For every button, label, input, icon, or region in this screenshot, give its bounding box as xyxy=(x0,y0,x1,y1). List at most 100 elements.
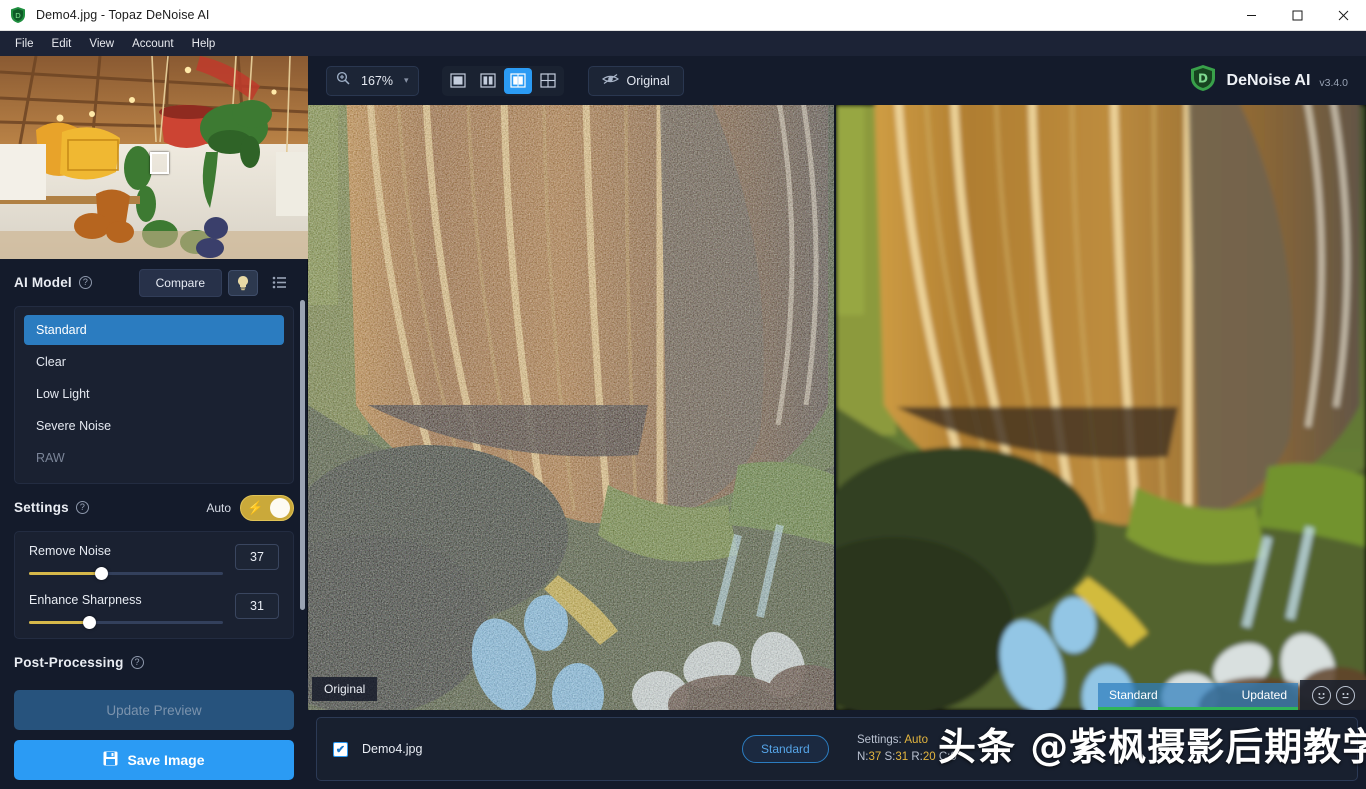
param-n-key: N: xyxy=(857,751,869,763)
menu-item-file[interactable]: File xyxy=(6,34,43,54)
view-mode-side-by-side[interactable] xyxy=(503,67,532,94)
chevron-down-icon[interactable]: ▾ xyxy=(404,75,409,86)
param-r-key: R: xyxy=(911,751,923,763)
navigator-thumbnail[interactable] xyxy=(0,56,308,259)
view-mode-split[interactable] xyxy=(474,68,502,94)
lightbulb-icon[interactable] xyxy=(228,269,258,296)
enhance-sharpness-track[interactable] xyxy=(29,616,223,629)
param-n-value: 37 xyxy=(868,751,882,763)
post-processing-title: Post-Processing xyxy=(14,655,124,670)
auto-toggle[interactable]: ⚡ xyxy=(240,494,294,521)
update-preview-button[interactable]: Update Preview xyxy=(14,690,294,730)
menu-item-help[interactable]: Help xyxy=(183,34,225,54)
filmstrip-file-name: Demo4.jpg xyxy=(362,742,423,756)
save-disk-icon xyxy=(103,751,118,769)
remove-noise-label: Remove Noise xyxy=(29,544,111,558)
enhance-sharpness-control: Enhance Sharpness xyxy=(29,593,235,629)
remove-noise-knob[interactable] xyxy=(94,567,108,580)
enhance-sharpness-knob[interactable] xyxy=(83,616,97,629)
brand-area: D DeNoise AI v3.4.0 xyxy=(1188,56,1348,105)
save-image-button[interactable]: Save Image xyxy=(14,740,294,780)
list-icon[interactable] xyxy=(264,270,294,296)
model-option-low-light[interactable]: Low Light xyxy=(24,379,284,409)
menu-bar: File Edit View Account Help xyxy=(0,31,1366,56)
param-s-key: S: xyxy=(884,751,896,763)
close-button[interactable] xyxy=(1320,0,1366,31)
original-overlay-label: Original xyxy=(312,677,378,701)
remove-noise-track[interactable] xyxy=(29,567,223,580)
panel-scroll-area: AI Model ? Compare Standard Clear Low Li… xyxy=(0,259,308,734)
app-window: D Demo4.jpg - Topaz DeNoise AI File Edit… xyxy=(0,0,1366,789)
remove-noise-control: Remove Noise xyxy=(29,544,235,580)
param-r-value: 20 xyxy=(922,751,936,763)
post-processing-help-icon[interactable]: ? xyxy=(130,656,144,669)
filmstrip-checkbox[interactable]: ✔ xyxy=(333,741,348,757)
badge-model-name: Standard xyxy=(1109,688,1158,702)
neutral-face-icon[interactable] xyxy=(1335,685,1355,705)
menu-item-view[interactable]: View xyxy=(80,34,123,54)
minimize-button[interactable] xyxy=(1228,0,1274,31)
navigator-viewport-box[interactable] xyxy=(150,152,169,174)
denoise-ai-logo: D xyxy=(1188,63,1218,98)
brand-version: v3.4.0 xyxy=(1319,76,1348,89)
auto-label: Auto xyxy=(206,500,231,515)
view-mode-group xyxy=(441,65,564,96)
ai-model-list: Standard Clear Low Light Severe Noise RA… xyxy=(14,306,294,484)
watermark-text: 头条 @紫枫摄影后期教学 xyxy=(938,725,1366,769)
zoom-level-value: 167% xyxy=(361,73,393,88)
settings-title: Settings xyxy=(14,500,69,515)
compare-button[interactable]: Compare xyxy=(138,268,222,297)
window-controls xyxy=(1228,0,1366,31)
svg-text:D: D xyxy=(15,11,21,20)
zoom-control[interactable]: 167% ▾ xyxy=(326,65,419,96)
toggle-original-button[interactable]: Original xyxy=(587,65,684,96)
save-image-label: Save Image xyxy=(127,752,205,768)
settings-header: Settings ? Auto ⚡ xyxy=(0,484,308,531)
view-mode-quad[interactable] xyxy=(534,68,562,94)
title-bar: D Demo4.jpg - Topaz DeNoise AI xyxy=(0,0,1366,31)
topaz-shield-icon: D xyxy=(9,6,27,24)
remove-noise-fill xyxy=(29,572,101,575)
param-s-value: 31 xyxy=(895,751,909,763)
settings-info-label: Settings: xyxy=(857,734,902,746)
preview-pane-original[interactable]: Original xyxy=(308,105,834,710)
settings-help-icon[interactable]: ? xyxy=(75,501,89,514)
slider-enhance-sharpness: Enhance Sharpness 31 xyxy=(29,593,279,629)
remove-noise-value[interactable]: 37 xyxy=(235,544,279,570)
brand-name: DeNoise AI xyxy=(1226,71,1311,89)
model-option-standard[interactable]: Standard xyxy=(24,315,284,345)
slider-remove-noise: Remove Noise 37 xyxy=(29,544,279,580)
svg-text:D: D xyxy=(1198,72,1208,86)
left-panel: AI Model ? Compare Standard Clear Low Li… xyxy=(0,56,308,789)
ai-model-title: AI Model xyxy=(14,275,72,290)
maximize-button[interactable] xyxy=(1274,0,1320,31)
zoom-in-icon xyxy=(336,71,350,90)
feedback-bar xyxy=(1300,680,1366,710)
ai-model-header: AI Model ? Compare xyxy=(0,259,308,306)
badge-status-text: Updated xyxy=(1241,688,1287,702)
model-option-raw: RAW xyxy=(36,451,65,465)
filmstrip-model-pill[interactable]: Standard xyxy=(742,735,829,763)
original-button-label: Original xyxy=(626,73,670,88)
panel-scrollbar[interactable] xyxy=(300,300,305,610)
menu-item-account[interactable]: Account xyxy=(123,34,183,54)
model-option-clear[interactable]: Clear xyxy=(24,347,284,377)
toggle-knob xyxy=(270,497,290,518)
eye-off-icon xyxy=(601,73,619,88)
preview-status-badge: Standard Updated xyxy=(1098,683,1298,710)
top-toolbar: 167% ▾ Original D DeNoise AI v3.4.0 xyxy=(308,56,1366,105)
happy-face-icon[interactable] xyxy=(1311,685,1331,705)
model-option-severe-noise[interactable]: Severe Noise xyxy=(24,411,284,441)
menu-item-edit[interactable]: Edit xyxy=(43,34,81,54)
settings-info-value: Auto xyxy=(904,734,928,746)
ai-model-help-icon[interactable]: ? xyxy=(78,276,92,289)
enhance-sharpness-label: Enhance Sharpness xyxy=(29,593,142,607)
window-title: Demo4.jpg - Topaz DeNoise AI xyxy=(36,8,210,22)
enhance-sharpness-value[interactable]: 31 xyxy=(235,593,279,619)
settings-card: Remove Noise 37 Enhance Sharpness 31 xyxy=(14,531,294,639)
view-mode-single[interactable] xyxy=(444,68,472,94)
preview-area[interactable]: Original Standard Updated xyxy=(308,105,1366,710)
bolt-icon: ⚡ xyxy=(247,499,264,515)
enhance-sharpness-fill xyxy=(29,621,90,624)
preview-pane-processed[interactable] xyxy=(836,105,1366,710)
